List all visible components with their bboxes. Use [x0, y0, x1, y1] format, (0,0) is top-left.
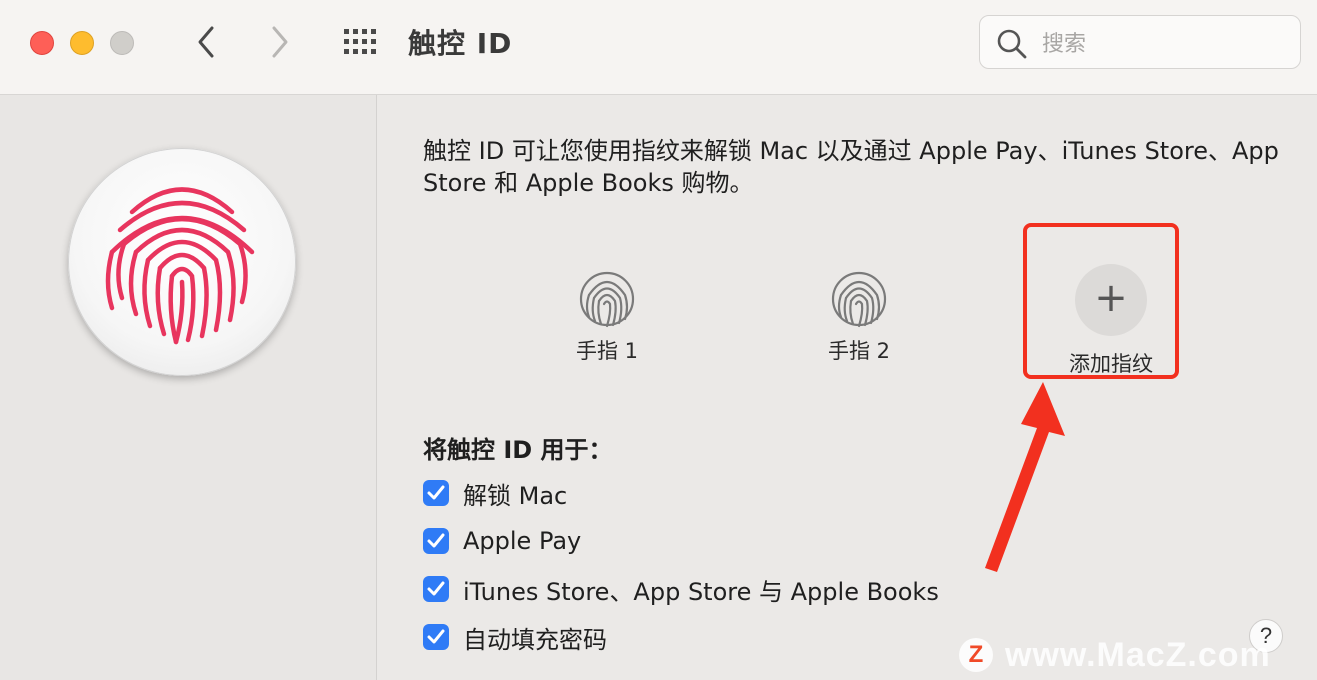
chevron-right-icon — [272, 26, 288, 58]
watermark-logo-letter: Z — [968, 641, 984, 668]
option-label: 自动填充密码 — [463, 625, 607, 654]
fingerprint-2[interactable]: 手指 2 — [809, 265, 909, 365]
touch-id-badge — [68, 148, 296, 376]
forward-button[interactable] — [262, 22, 296, 62]
option-label: iTunes Store、App Store 与 Apple Books — [463, 577, 939, 606]
fingerprint-icon — [105, 187, 255, 345]
watermark: Z www.MacZ.com — [959, 633, 1271, 677]
checkbox[interactable] — [423, 528, 449, 554]
checkmark-icon — [427, 629, 445, 644]
option-label: 解锁 Mac — [463, 481, 568, 510]
checkmark-icon — [427, 533, 445, 548]
option-autofill-passwords[interactable]: 自动填充密码 — [423, 620, 607, 654]
sidebar — [0, 95, 377, 680]
close-button[interactable] — [30, 31, 54, 55]
checkmark-icon — [427, 485, 445, 500]
option-stores[interactable]: iTunes Store、App Store 与 Apple Books — [423, 572, 939, 606]
window-title: 触控 ID — [408, 27, 513, 60]
checkbox[interactable] — [423, 480, 449, 506]
show-all-button[interactable] — [342, 27, 382, 57]
arrow-icon — [985, 382, 1065, 572]
fingerprint-icon — [831, 271, 887, 328]
fingerprint-label: 手指 2 — [827, 339, 891, 363]
watermark-text: www.MacZ.com — [1005, 635, 1271, 674]
option-unlock-mac[interactable]: 解锁 Mac — [423, 476, 567, 510]
checkbox[interactable] — [423, 576, 449, 602]
toolbar: 触控 ID — [0, 0, 1317, 95]
fingerprint-label: 手指 1 — [575, 339, 639, 363]
search-input[interactable] — [1040, 26, 1294, 62]
zoom-button[interactable] — [110, 31, 134, 55]
window: 触控 ID 搜索 触控 ID 可让您使用指纹来解锁 Mac 以及通过 Apple… — [0, 0, 1317, 680]
fingerprint-1[interactable]: 手指 1 — [557, 265, 657, 365]
highlight-box — [1023, 223, 1179, 379]
grid-icon — [344, 29, 376, 54]
checkmark-icon — [427, 581, 445, 596]
option-apple-pay[interactable]: Apple Pay — [423, 524, 581, 558]
main-content: 触控 ID 可让您使用指纹来解锁 Mac 以及通过 Apple Pay、iTun… — [377, 95, 1317, 680]
chevron-left-icon — [198, 26, 214, 58]
search-icon — [997, 29, 1027, 59]
watermark-logo: Z — [959, 638, 993, 672]
description-text: 触控 ID 可让您使用指纹来解锁 Mac 以及通过 Apple Pay、iTun… — [423, 137, 1279, 197]
minimize-button[interactable] — [70, 31, 94, 55]
fingerprint-icon — [579, 271, 635, 328]
search-field[interactable] — [979, 15, 1301, 69]
back-button[interactable] — [190, 22, 224, 62]
use-for-title: 将触控 ID 用于： — [423, 436, 613, 464]
checkbox[interactable] — [423, 624, 449, 650]
option-label: Apple Pay — [463, 527, 582, 555]
